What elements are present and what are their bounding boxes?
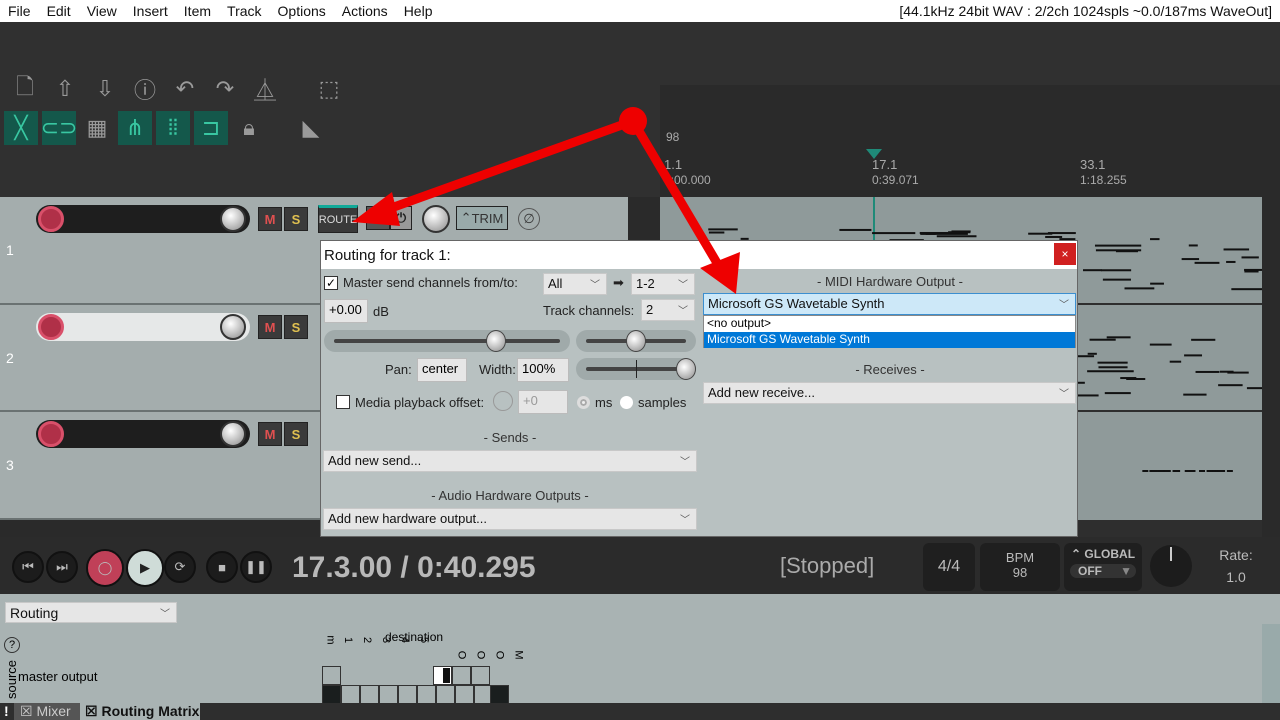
destination-column-label: M [512,650,525,660]
matrix-cell[interactable] [471,666,490,685]
global-automation[interactable]: ⌃ GLOBAL OFF ▼ [1064,543,1142,591]
record-button[interactable]: ◯ [86,549,124,587]
tab-mixer-label: Mixer [36,703,71,719]
global-mode-select[interactable]: OFF ▼ [1070,564,1136,578]
time-display[interactable]: 17.3.00 / 0:40.295 [292,551,536,585]
arrow-to-route [378,116,635,217]
play-button[interactable]: ▶ [126,549,164,587]
global-label: ⌃ GLOBAL [1070,547,1136,561]
destination-column-label: 4 [399,636,412,644]
destination-column-label: 3 [380,636,393,644]
dropdown-icon: ▼ [1120,564,1132,578]
transport-bar: ⏮ ⏭ ◯ ▶ ⟳ ■ ❚❚ 17.3.00 / 0:40.295 [Stopp… [0,537,1280,594]
matrix-cell[interactable] [417,685,436,704]
bpm-value: 98 [1012,565,1028,580]
matrix-cell[interactable] [436,685,455,704]
destination-column-label: 1 [342,636,355,644]
matrix-cell[interactable] [398,685,417,704]
view-select-value: Routing [10,605,59,621]
arrowhead-midi [700,252,740,294]
arrow-to-midi [629,118,724,271]
matrix-cell[interactable] [455,685,474,704]
matrix-cell[interactable] [360,685,379,704]
destination-label: destination [385,630,444,644]
routing-matrix-docker: Routing ﹀ ? source master output destinat… [0,594,1280,704]
rate-label: Rate: [1219,547,1253,563]
bpm-label: BPM [1005,550,1035,565]
help-icon[interactable]: ? [4,637,20,653]
destination-column-label: O [455,650,468,660]
pause-button[interactable]: ❚❚ [240,551,272,583]
global-text: GLOBAL [1084,547,1136,561]
arrow-origin-dot [619,107,647,135]
source-label: source [4,659,20,700]
matrix-cell-midi[interactable] [433,666,452,685]
go-to-start-button[interactable]: ⏮ [12,551,44,583]
tab-mixer[interactable]: ☒ Mixer [14,703,80,720]
docker-tabs: ! ☒ Mixer ☒ Routing Matrix [0,703,1280,720]
play-state: [Stopped] [780,553,875,578]
stop-button[interactable]: ■ [206,551,238,583]
time-signature[interactable]: 4/4 [923,543,975,591]
destination-column-label: O [493,650,506,660]
tab-routing-matrix[interactable]: ☒ Routing Matrix [80,703,200,720]
destination-column-label: m [324,635,337,645]
matrix-cell[interactable] [452,666,471,685]
destination-column-label: 5 [418,636,431,644]
destination-column-label: 2 [361,636,374,644]
tab-routing-matrix-label: Routing Matrix [101,703,200,719]
matrix-cell-disabled [322,666,341,685]
arrowhead-route [352,192,400,226]
repeat-button[interactable]: ⟳ [164,551,196,583]
docker-scrollbar[interactable] [1262,624,1280,703]
rate-display[interactable]: Rate: 1.0 [1218,547,1254,585]
playrate-knob[interactable] [1150,545,1192,587]
matrix-cell[interactable] [379,685,398,704]
view-select[interactable]: Routing ﹀ [5,602,177,623]
matrix-cell-disabled [341,685,360,704]
warning-icon: ! [4,703,9,719]
go-to-end-button[interactable]: ⏭ [46,551,78,583]
rate-value: 1.0 [1226,569,1246,585]
matrix-cell[interactable] [490,685,509,704]
matrix-cell[interactable] [322,685,341,704]
global-value: OFF [1078,564,1102,578]
destination-column-label: O [474,650,487,660]
bpm-display[interactable]: BPM 98 [980,543,1060,591]
source-row-label: master output [18,669,98,684]
